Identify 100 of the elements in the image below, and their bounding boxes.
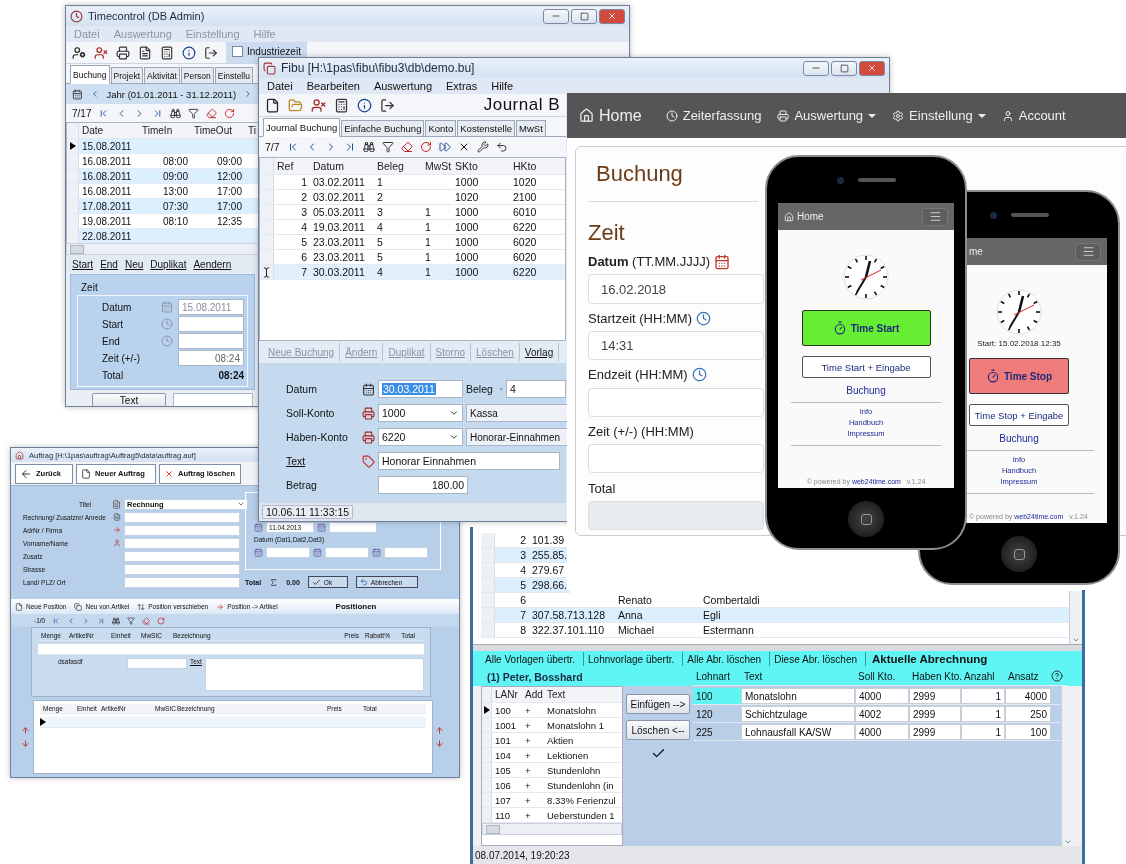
undo-icon[interactable] (495, 141, 508, 153)
checkbox[interactable] (232, 46, 243, 57)
table-row[interactable]: 7 307.58.713.128 Anna Egli (481, 608, 1069, 623)
home-link[interactable]: Home (784, 211, 824, 222)
scrollbar[interactable] (66, 243, 259, 255)
table-row[interactable]: 16.08.2011 09:00 12:00 (67, 169, 258, 184)
nav-link[interactable]: Zeiterfassung (665, 108, 762, 123)
tab[interactable]: Einfache Buchung (341, 120, 425, 136)
list-row[interactable]: 107 + 8.33% Ferienzul (482, 793, 622, 808)
action-link[interactable]: End (100, 258, 118, 270)
menu-button[interactable] (922, 207, 948, 226)
nav-link[interactable]: Einstellung (892, 108, 986, 123)
down-arrow-icon[interactable] (21, 739, 30, 748)
input-field[interactable] (124, 537, 240, 549)
calendar-icon[interactable] (72, 87, 83, 101)
time-button[interactable]: Time Stop (969, 358, 1069, 394)
list-row[interactable]: 106 + Stundenlohn (in (482, 778, 622, 793)
move-button[interactable]: Einfügen --> (626, 694, 690, 714)
input-field[interactable] (173, 393, 253, 406)
menu-item[interactable]: Bearbeiten (306, 80, 360, 92)
input-field[interactable] (124, 550, 240, 562)
account-dropdown[interactable]: 1000 (378, 404, 463, 422)
date-field[interactable] (384, 546, 428, 558)
booking-link[interactable]: Buchung (846, 385, 886, 396)
table-row[interactable]: 15.08.2011 (67, 139, 258, 154)
tab[interactable]: Einstellu (214, 67, 253, 83)
toolbar-button[interactable]: Alle Vorlagen übertr. (481, 652, 585, 666)
clock-icon[interactable] (691, 367, 707, 383)
search-icon[interactable] (112, 616, 121, 625)
info-icon[interactable] (182, 45, 196, 60)
menu-item[interactable]: Datei (267, 80, 293, 92)
grid-row[interactable]: 100 Monatslohn 4000 2999 1 4000 (693, 688, 1061, 705)
input-field[interactable]: 14:31 (588, 331, 764, 361)
menu-item[interactable]: Auswertung (373, 80, 432, 92)
filter-icon[interactable] (381, 141, 394, 153)
input-field[interactable] (178, 333, 244, 349)
search-icon[interactable] (170, 107, 182, 119)
input-field[interactable] (588, 387, 764, 417)
table-row[interactable]: 8 322.37.101.110 Michael Estermann (481, 623, 1069, 638)
list-row[interactable]: 101 + Aktien (482, 733, 622, 748)
tab[interactable]: Person (180, 67, 214, 83)
exit-icon[interactable] (204, 45, 218, 60)
toolbar-button[interactable]: Diese Abr. löschen (770, 652, 866, 666)
help-icon[interactable] (1051, 670, 1063, 682)
account-dropdown[interactable]: 6220 (378, 428, 463, 446)
nav-link[interactable]: Account (1001, 108, 1066, 123)
tab[interactable]: Kostenstelle (457, 120, 516, 136)
action-link[interactable]: Duplikat (150, 258, 187, 270)
input-field[interactable] (588, 444, 764, 474)
menu-item[interactable]: Hilfe (491, 80, 514, 92)
new-file-icon[interactable] (265, 97, 280, 113)
home-link[interactable]: me (969, 246, 983, 257)
table-row[interactable]: 5 298.66. (481, 578, 570, 593)
next-icon[interactable] (243, 88, 253, 100)
user-icon[interactable] (72, 45, 86, 60)
move-button[interactable]: Löschen <-- (626, 720, 690, 740)
table-row[interactable]: 4 19.03.2011 4 1 1000 6220 (260, 220, 565, 235)
input-field[interactable] (124, 576, 240, 588)
input-field[interactable] (124, 563, 240, 575)
scrollbar[interactable] (482, 823, 622, 835)
exit-icon[interactable] (380, 97, 395, 113)
input-field[interactable] (124, 511, 240, 523)
search-icon[interactable] (362, 141, 375, 153)
table-row[interactable]: 6 Renato Combertaldi (481, 593, 1069, 608)
tab[interactable]: Buchung (70, 65, 110, 84)
close-button[interactable] (859, 60, 885, 76)
maximize-button[interactable] (831, 60, 857, 76)
scrollbar[interactable] (1061, 686, 1074, 846)
list-row[interactable]: 104 + Lektionen (482, 748, 622, 763)
booking-link[interactable]: Buchung (999, 433, 1039, 444)
grid-row[interactable]: 225 Lohnausfall KA/SW 4000 2999 1 100 (693, 724, 1061, 741)
input-field[interactable] (124, 524, 240, 536)
calculator-icon[interactable] (334, 97, 349, 113)
calendar-icon[interactable] (361, 382, 375, 396)
down-arrow-icon[interactable] (435, 739, 444, 748)
eraser-icon[interactable] (142, 616, 151, 625)
input-field[interactable]: 4 (506, 380, 566, 398)
maximize-button[interactable] (571, 8, 597, 24)
document-icon[interactable] (138, 45, 152, 60)
toolbar-button[interactable]: Lohnvorlage übertr. (584, 652, 684, 666)
nav-link[interactable]: Home (579, 106, 642, 125)
input-field[interactable]: Honorar Einnahmen (378, 452, 560, 470)
input-field[interactable]: 16.02.2018 (588, 274, 764, 304)
tab[interactable]: Projekt (110, 67, 144, 83)
amount-field[interactable]: 180.00 (378, 476, 468, 494)
refresh-icon[interactable] (157, 616, 166, 625)
table-row[interactable]: 2 03.02.2011 2 1020 2100 (260, 190, 565, 205)
time-entry-button[interactable]: Time Start + Eingabe (801, 356, 931, 378)
list-row[interactable]: 110 + Ueberstunden 1 (482, 808, 622, 823)
folder-icon[interactable] (288, 97, 303, 113)
tab[interactable]: Aktivität (144, 67, 180, 83)
time-entry-button[interactable]: Time Stop + Eingabe (969, 404, 1069, 426)
table-row[interactable]: 1 03.02.2011 1 1000 1020 (260, 175, 565, 190)
minimize-button[interactable] (803, 60, 829, 76)
tab[interactable]: MwSt (516, 120, 546, 136)
time-button[interactable]: Time Start (801, 310, 931, 346)
action-link[interactable]: Neu (124, 258, 144, 270)
up-arrow-icon[interactable] (21, 726, 30, 735)
calculator-icon[interactable] (160, 45, 174, 60)
eraser-icon[interactable] (400, 141, 413, 153)
